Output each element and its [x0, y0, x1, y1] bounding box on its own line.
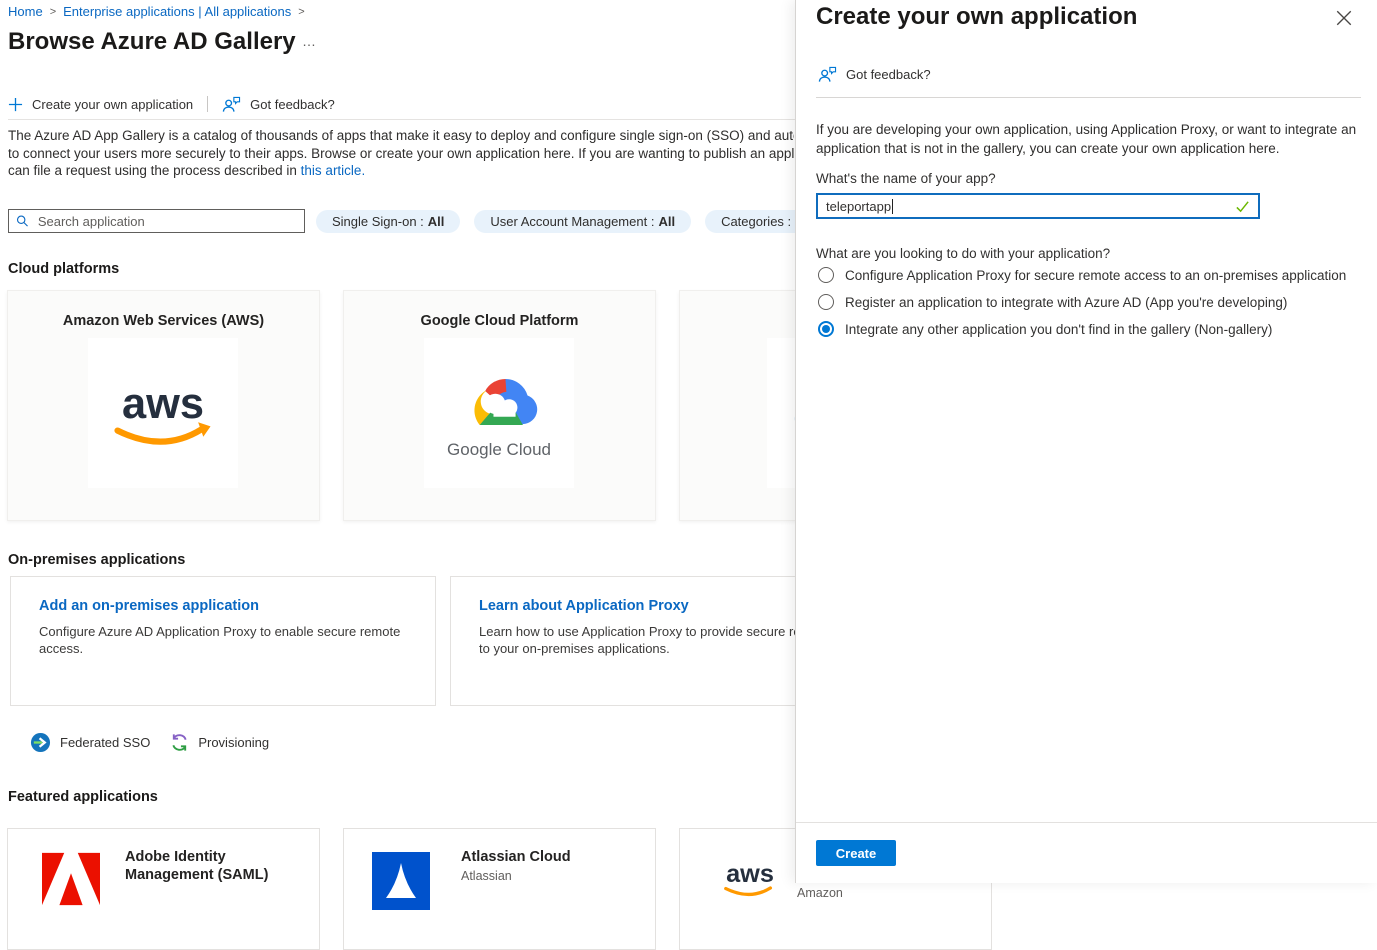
panel-description: If you are developing your own applicati…	[816, 120, 1356, 158]
feedback-icon	[818, 66, 837, 83]
federated-sso-legend: Federated SSO	[30, 732, 150, 753]
card-title: Google Cloud Platform	[344, 313, 655, 329]
breadcrumb: Home > Enterprise applications | All app…	[8, 4, 305, 19]
card-adobe-identity-management[interactable]: Adobe Identity Management (SAML)	[7, 828, 320, 950]
federated-sso-icon	[30, 732, 51, 753]
app-name-input[interactable]: teleportapp	[816, 193, 1260, 219]
provisioning-label: Provisioning	[198, 735, 269, 750]
card-vendor: Amazon	[797, 886, 969, 900]
filter-pills: Single Sign-on : All User Account Manage…	[316, 210, 828, 233]
option-configure-application-proxy[interactable]: Configure Application Proxy for secure r…	[818, 266, 1346, 284]
svg-text:aws: aws	[726, 860, 774, 888]
divider	[796, 822, 1377, 823]
card-title: Atlassian Cloud	[461, 849, 633, 867]
card-atlassian-cloud[interactable]: Atlassian Cloud Atlassian	[343, 828, 656, 950]
aws-logo: aws	[717, 857, 783, 897]
breadcrumb-home[interactable]: Home	[8, 4, 43, 19]
app-purpose-options: Configure Application Proxy for secure r…	[818, 266, 1346, 338]
more-menu-icon[interactable]: …	[302, 33, 317, 49]
card-text: Atlassian Cloud Atlassian	[461, 849, 633, 883]
panel-title: Create your own application	[816, 3, 1137, 31]
option-label: Configure Application Proxy for secure r…	[845, 268, 1346, 283]
this-article-link[interactable]: this article.	[301, 163, 366, 178]
close-icon[interactable]	[1335, 9, 1353, 27]
card-title: Adobe Identity Management (SAML)	[125, 849, 297, 884]
valid-check-icon	[1235, 199, 1250, 214]
panel-description-line2: application that is not in the gallery, …	[816, 139, 1356, 158]
chevron-right-icon: >	[50, 6, 56, 18]
card-text: Adobe Identity Management (SAML)	[125, 849, 297, 886]
create-your-own-application-label: Create your own application	[32, 97, 193, 112]
cloud-platforms-heading: Cloud platforms	[8, 261, 119, 277]
filter-value: All	[428, 214, 445, 229]
page-title: Browse Azure AD Gallery	[8, 28, 296, 56]
text-caret	[892, 199, 893, 214]
card-description-line: access.	[39, 640, 427, 657]
radio-icon[interactable]	[818, 321, 834, 337]
plus-icon	[8, 97, 23, 112]
feedback-icon	[222, 96, 241, 113]
create-your-own-application-button[interactable]: Create your own application	[8, 97, 193, 112]
search-icon	[16, 214, 29, 228]
got-feedback-button[interactable]: Got feedback?	[222, 96, 335, 113]
on-premises-heading: On-premises applications	[8, 552, 185, 568]
filter-value: All	[658, 214, 675, 229]
provisioning-icon	[170, 733, 189, 752]
gallery-description-line1: The Azure AD App Gallery is a catalog of…	[8, 127, 794, 145]
gallery-description-line3-text: can file a request using the process des…	[8, 163, 301, 178]
search-application-input[interactable]	[36, 213, 297, 230]
provisioning-legend: Provisioning	[170, 733, 269, 752]
on-premises-cards: Add an on-premises application Configure…	[10, 576, 882, 706]
filter-user-account-management[interactable]: User Account Management : All	[474, 210, 691, 233]
card-add-on-premises-application[interactable]: Add an on-premises application Configure…	[10, 576, 436, 706]
panel-description-line1: If you are developing your own applicati…	[816, 120, 1356, 139]
breadcrumb-enterprise-applications[interactable]: Enterprise applications | All applicatio…	[63, 4, 291, 19]
radio-icon[interactable]	[818, 294, 834, 310]
filter-single-sign-on[interactable]: Single Sign-on : All	[316, 210, 460, 233]
option-integrate-non-gallery[interactable]: Integrate any other application you don'…	[818, 320, 1346, 338]
add-on-premises-link[interactable]: Add an on-premises application	[39, 598, 259, 614]
card-amazon-web-services[interactable]: Amazon Web Services (AWS) aws	[7, 290, 320, 521]
svg-text:aws: aws	[122, 380, 204, 428]
option-label: Integrate any other application you don'…	[845, 322, 1272, 337]
card-google-cloud-platform[interactable]: Google Cloud Platform Google Cloud	[343, 290, 656, 521]
option-register-application[interactable]: Register an application to integrate wit…	[818, 293, 1346, 311]
gallery-description: The Azure AD App Gallery is a catalog of…	[8, 127, 794, 180]
aws-logo: aws	[88, 338, 238, 488]
radio-icon[interactable]	[818, 267, 834, 283]
chevron-right-icon: >	[298, 6, 304, 18]
card-title: Amazon Web Services (AWS)	[8, 313, 319, 329]
got-feedback-label: Got feedback?	[250, 97, 335, 112]
create-button[interactable]: Create	[816, 840, 896, 866]
command-bar: Create your own application Got feedback…	[8, 92, 335, 116]
divider	[8, 119, 795, 120]
app-name-value: teleportapp	[826, 199, 891, 214]
search-application-box[interactable]	[8, 209, 305, 233]
google-cloud-logo: Google Cloud	[424, 338, 574, 488]
filter-label: User Account Management :	[490, 214, 654, 229]
google-cloud-wordmark: Google Cloud	[447, 440, 551, 460]
panel-got-feedback-button[interactable]: Got feedback?	[818, 66, 931, 83]
app-name-label: What's the name of your app?	[816, 171, 996, 186]
panel-got-feedback-label: Got feedback?	[846, 67, 931, 82]
featured-heading: Featured applications	[8, 789, 158, 805]
create-your-own-application-panel: Create your own application Got feedback…	[795, 0, 1377, 883]
app-purpose-label: What are you looking to do with your app…	[816, 246, 1110, 261]
card-vendor: Atlassian	[461, 869, 633, 883]
option-label: Register an application to integrate wit…	[845, 295, 1287, 310]
capability-legend: Federated SSO Provisioning	[30, 732, 269, 753]
gallery-description-line2: to connect your users more securely to t…	[8, 145, 794, 163]
gallery-description-line3: can file a request using the process des…	[8, 162, 794, 180]
learn-application-proxy-link[interactable]: Learn about Application Proxy	[479, 598, 689, 614]
filter-label: Single Sign-on :	[332, 214, 424, 229]
toolbar-divider	[207, 96, 208, 112]
divider	[816, 97, 1361, 98]
federated-sso-label: Federated SSO	[60, 735, 150, 750]
adobe-logo	[42, 852, 100, 906]
atlassian-logo	[372, 852, 430, 910]
filter-label: Categories :	[721, 214, 791, 229]
card-description: Configure Azure AD Application Proxy to …	[39, 623, 427, 657]
card-description-line: Configure Azure AD Application Proxy to …	[39, 623, 427, 640]
